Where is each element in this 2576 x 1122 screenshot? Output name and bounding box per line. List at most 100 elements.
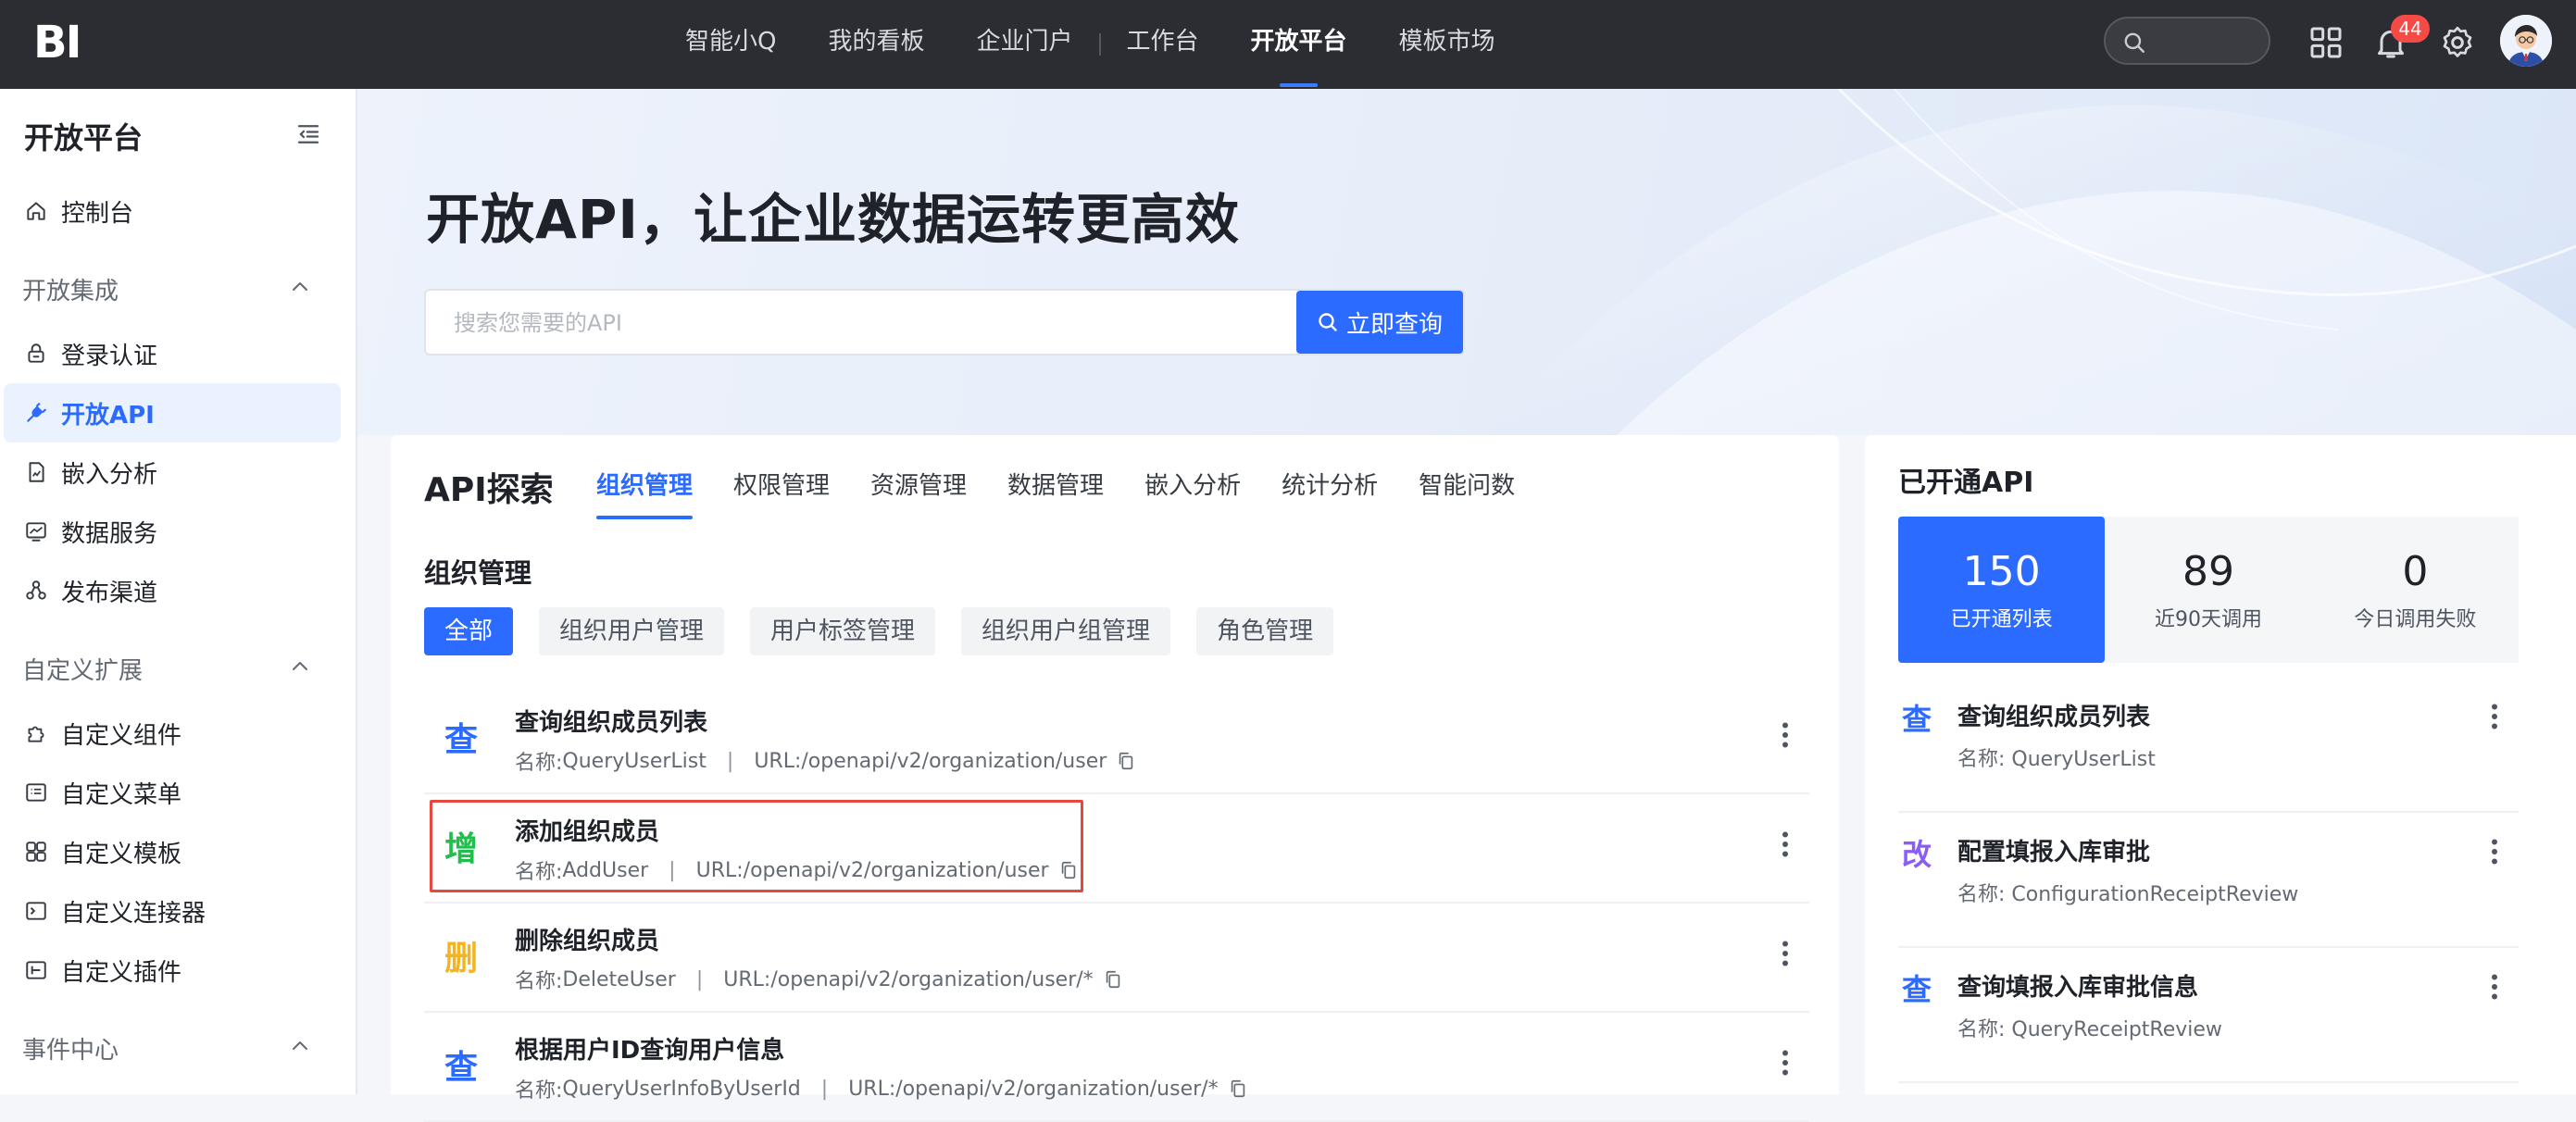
api-name-value: DeleteUser	[562, 967, 676, 991]
sidebar-item-open-api[interactable]: 开放API	[4, 383, 341, 443]
tab-resource-management[interactable]: 资源管理	[870, 467, 967, 519]
tab-statistical-analysis[interactable]: 统计分析	[1282, 467, 1378, 519]
sidebar-item-custom-plugin[interactable]: 自定义插件	[4, 941, 341, 1000]
api-meta: 名称: QueryUserList | URL: /openapi/v2/org…	[515, 746, 1136, 776]
tab-permission-management[interactable]: 权限管理	[733, 467, 830, 519]
api-kind-badge: 删	[444, 940, 479, 978]
report-icon	[29, 462, 44, 482]
opened-api-item[interactable]: 查 查询组织成员列表 名称: QueryUserList	[1898, 678, 2519, 813]
more-vertical-icon[interactable]	[1772, 828, 1798, 861]
page-title: 开放API，让企业数据运转更高效	[426, 188, 1240, 251]
nav-my-dashboards[interactable]: 我的看板	[828, 0, 924, 89]
api-title[interactable]: 查询填报入库审批信息	[1957, 968, 2198, 1003]
plug-icon	[27, 403, 46, 422]
more-vertical-icon[interactable]	[1772, 937, 1798, 970]
filter-chip-role[interactable]: 角色管理	[1196, 607, 1334, 655]
api-kind-badge: 查	[1902, 702, 1932, 737]
filter-chip-user-tag[interactable]: 用户标签管理	[750, 607, 936, 655]
api-title[interactable]: 查询组织成员列表	[515, 704, 707, 738]
tab-org-management[interactable]: 组织管理	[596, 467, 694, 519]
more-vertical-icon[interactable]	[2482, 970, 2507, 1004]
notification-badge: 44	[2391, 15, 2430, 43]
collapse-sidebar-icon[interactable]	[294, 120, 322, 148]
filter-chip-all[interactable]: 全部	[424, 607, 514, 655]
api-name-prefix: 名称:	[515, 970, 563, 993]
api-title[interactable]: 配置填报入库审批	[1957, 833, 2150, 867]
sidebar-item-custom-template[interactable]: 自定义模板	[4, 822, 341, 881]
api-title[interactable]: 添加组织成员	[515, 813, 659, 847]
filter-chip-user-group[interactable]: 组织用户组管理	[961, 607, 1171, 655]
api-name-value: QueryUserList	[562, 749, 707, 773]
nav-enterprise-portal[interactable]: 企业门户	[976, 0, 1072, 89]
more-vertical-icon[interactable]	[1772, 718, 1798, 752]
chart-monitor-icon	[26, 522, 46, 542]
nav-divider	[1098, 33, 1101, 56]
stat-failed-today[interactable]: 0 今日调用失败	[2312, 517, 2519, 663]
copy-icon[interactable]	[1103, 969, 1123, 990]
sidebar-group-open-integration[interactable]: 开放集成	[22, 272, 307, 306]
meta-separator: |	[669, 858, 676, 882]
api-list-item[interactable]: 增 添加组织成员 名称: AddUser | URL: /openapi/v2/…	[424, 794, 1809, 904]
copy-icon[interactable]	[1228, 1078, 1248, 1099]
opened-api-card: 已开通API 150 已开通列表 89 近90天调用 0 今日调用失败 查 查询…	[1865, 435, 2576, 1094]
api-name-prefix: 名称:	[515, 861, 563, 884]
template-grid-icon	[26, 842, 46, 862]
api-title[interactable]: 查询组织成员列表	[1957, 698, 2150, 732]
api-url-prefix: URL:	[723, 967, 771, 991]
global-search[interactable]	[2104, 17, 2270, 65]
sidebar-group-custom-extension[interactable]: 自定义扩展	[22, 652, 307, 686]
sidebar-item-login-auth[interactable]: 登录认证	[4, 324, 341, 383]
opened-api-item[interactable]: 改 配置填报入库审批 名称: ConfigurationReceiptRevie…	[1898, 813, 2519, 948]
sidebar-item-embedded-analysis[interactable]: 嵌入分析	[4, 443, 341, 502]
app-logo[interactable]: BI	[33, 17, 81, 69]
api-url-value: /openapi/v2/organization/user	[801, 749, 1107, 773]
nav-workbench[interactable]: 工作台	[1127, 0, 1199, 89]
sidebar-item-label: 自定义连接器	[61, 899, 206, 928]
copy-icon[interactable]	[1116, 751, 1136, 771]
home-icon	[27, 202, 45, 220]
api-title[interactable]: 删除组织成员	[515, 922, 659, 956]
sidebar-group-label: 事件中心	[22, 1037, 119, 1065]
api-meta: 名称: AddUser | URL: /openapi/v2/organizat…	[515, 855, 1079, 885]
sidebar-item-custom-connector[interactable]: 自定义连接器	[4, 881, 341, 941]
more-vertical-icon[interactable]	[2482, 835, 2507, 868]
api-meta: 名称: ConfigurationReceiptReview	[1957, 883, 2299, 906]
sidebar-item-console[interactable]: 控制台	[4, 181, 341, 241]
gear-icon[interactable]	[2439, 24, 2476, 61]
api-title[interactable]: 根据用户ID查询用户信息	[515, 1031, 784, 1066]
nav-smart-q[interactable]: 智能小Q	[685, 0, 776, 89]
api-list-item[interactable]: 查 根据用户ID查询用户信息 名称: QueryUserInfoByUserId…	[424, 1013, 1809, 1122]
filter-chip-org-user[interactable]: 组织用户管理	[539, 607, 725, 655]
api-list-item[interactable]: 删 删除组织成员 名称: DeleteUser | URL: /openapi/…	[424, 904, 1809, 1013]
search-icon	[1319, 313, 1337, 331]
api-kind-badge: 查	[444, 1049, 479, 1087]
user-avatar[interactable]	[2500, 15, 2552, 67]
stat-calls-90-days[interactable]: 89 近90天调用	[2105, 517, 2311, 663]
api-search-input[interactable]	[452, 304, 1289, 343]
api-search-bar: 立即查询	[424, 289, 1465, 355]
tab-data-management[interactable]: 数据管理	[1007, 467, 1104, 519]
sidebar-item-custom-component[interactable]: 自定义组件	[4, 704, 341, 763]
sidebar-item-label: 开放API	[61, 401, 155, 430]
more-vertical-icon[interactable]	[1772, 1046, 1798, 1079]
tab-smart-query[interactable]: 智能问数	[1419, 467, 1515, 519]
stat-opened-list[interactable]: 150 已开通列表	[1898, 517, 2106, 663]
tab-embedded-analysis[interactable]: 嵌入分析	[1144, 467, 1241, 519]
stat-value: 0	[2402, 548, 2429, 595]
nav-open-platform[interactable]: 开放平台	[1251, 0, 1347, 89]
sidebar-item-publish-channel[interactable]: 发布渠道	[4, 561, 341, 620]
menu-list-icon	[26, 783, 46, 802]
search-button[interactable]: 立即查询	[1296, 291, 1463, 354]
opened-api-item[interactable]: 查 查询填报入库审批信息 名称: QueryReceiptReview	[1898, 948, 2519, 1083]
copy-icon[interactable]	[1058, 860, 1079, 880]
sidebar-item-data-service[interactable]: 数据服务	[4, 502, 341, 561]
api-kind-badge: 改	[1902, 837, 1932, 872]
app-grid-icon[interactable]	[2307, 24, 2345, 61]
sidebar-group-event-center[interactable]: 事件中心	[22, 1031, 307, 1066]
api-meta: 名称: QueryUserInfoByUserId | URL: /openap…	[515, 1074, 1248, 1103]
api-name-value: QueryUserInfoByUserId	[562, 1077, 801, 1101]
nav-template-market[interactable]: 模板市场	[1399, 0, 1495, 89]
sidebar-item-custom-menu[interactable]: 自定义菜单	[4, 763, 341, 822]
api-list-item[interactable]: 查 查询组织成员列表 名称: QueryUserList | URL: /ope…	[424, 685, 1809, 794]
more-vertical-icon[interactable]	[2482, 700, 2507, 733]
